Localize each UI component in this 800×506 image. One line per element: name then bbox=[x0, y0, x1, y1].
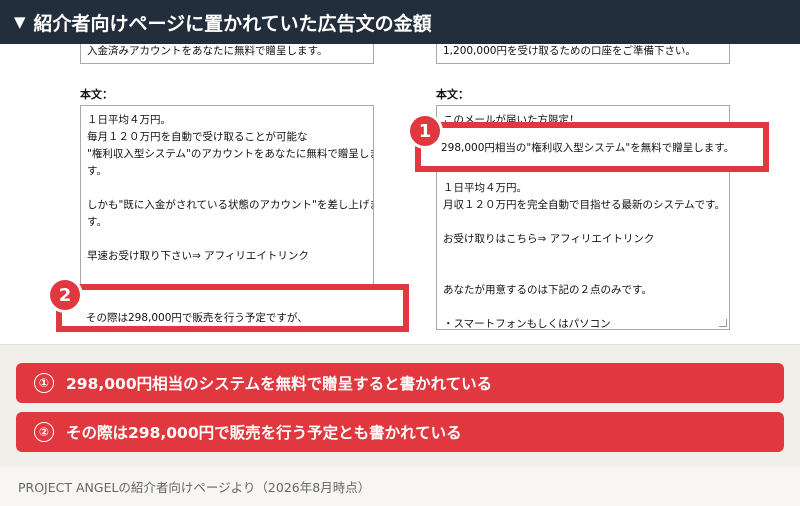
section-title: 紹介者向けページに置かれていた広告文の金額 bbox=[33, 12, 432, 35]
left-ad-line bbox=[87, 231, 367, 248]
left-ad-line: す。 bbox=[87, 165, 107, 177]
left-title-field[interactable]: 入金済みアカウントをあなたに無料で贈呈します。 bbox=[80, 44, 374, 64]
right-ad-line bbox=[443, 265, 723, 282]
left-title-text: 入金済みアカウントをあなたに無料で贈呈します。 bbox=[87, 45, 328, 57]
callout-2-text: その際は298,000円で販売を行う予定とも書かれている bbox=[66, 424, 462, 442]
left-ad-line: 毎月１２０万円を自動で受け取ることが可能な bbox=[87, 131, 308, 143]
highlight-1-badge: 1 bbox=[410, 116, 440, 146]
triangle-down-icon: ▼ bbox=[14, 13, 26, 31]
right-ad-line: あなたが用意するのは下記の２点のみです。 bbox=[443, 284, 652, 296]
left-ad-line: １日平均４万円。 bbox=[87, 114, 171, 126]
resize-handle-icon[interactable] bbox=[719, 319, 727, 327]
right-ad-line bbox=[443, 248, 723, 265]
left-ad-line: 早速お受け取り下さい⇒ アフィリエイトリンク bbox=[87, 250, 309, 262]
left-ad-line: す。 bbox=[87, 216, 107, 228]
right-ad-line: お受け取りはこちら⇒ アフィリエイトリンク bbox=[443, 233, 655, 245]
callout-panel: ① 298,000円相当のシステムを無料で贈呈すると書かれている ② その際は2… bbox=[0, 344, 800, 467]
screenshot-area: 入金済みアカウントをあなたに無料で贈呈します。 本文： １日平均４万円。毎月１２… bbox=[0, 44, 800, 344]
left-body-label: 本文： bbox=[80, 88, 113, 101]
left-ad-line: しかも"既に入金がされている状態のアカウント"を差し上げま bbox=[87, 199, 374, 211]
right-body-label: 本文： bbox=[436, 88, 469, 101]
section-header: ▼ 紹介者向けページに置かれていた広告文の金額 bbox=[0, 0, 800, 44]
right-ad-line bbox=[443, 299, 723, 316]
highlight-2-text: その際は298,000円で販売を行う予定ですが、 bbox=[86, 312, 308, 324]
callout-2-number: ② bbox=[34, 422, 54, 442]
highlight-1-text: 298,000円相当の"権利収入型システム"を無料で贈呈します。 bbox=[441, 142, 735, 154]
right-ad-line: ・スマートフォンもしくはパソコン bbox=[443, 318, 611, 330]
right-title-text: 1,200,000円を受け取るための口座をご準備下さい。 bbox=[443, 45, 696, 57]
callout-1-text: 298,000円相当のシステムを無料で贈呈すると書かれている bbox=[66, 375, 493, 393]
right-ad-line: １日平均４万円。 bbox=[443, 182, 527, 194]
right-title-field[interactable]: 1,200,000円を受け取るための口座をご準備下さい。 bbox=[436, 44, 730, 64]
left-ad-line: "権利収入型システム"のアカウントをあなたに無料で贈呈しま bbox=[87, 148, 374, 160]
callout-1-number: ① bbox=[34, 373, 54, 393]
callout-bar-2: ② その際は298,000円で販売を行う予定とも書かれている bbox=[16, 412, 784, 452]
left-ad-line bbox=[87, 180, 367, 197]
source-caption: PROJECT ANGELの紹介者向けページより（2026年8月時点） bbox=[0, 466, 800, 506]
callout-bar-1: ① 298,000円相当のシステムを無料で贈呈すると書かれている bbox=[16, 363, 784, 403]
right-ad-line: 月収１２０万円を完全自動で目指せる最新のシステムです。 bbox=[443, 199, 726, 211]
left-ad-line bbox=[87, 265, 367, 282]
right-ad-line bbox=[443, 214, 723, 231]
highlight-2-badge: 2 bbox=[50, 280, 80, 310]
source-caption-text: PROJECT ANGELの紹介者向けページより（2026年8月時点） bbox=[18, 479, 371, 495]
